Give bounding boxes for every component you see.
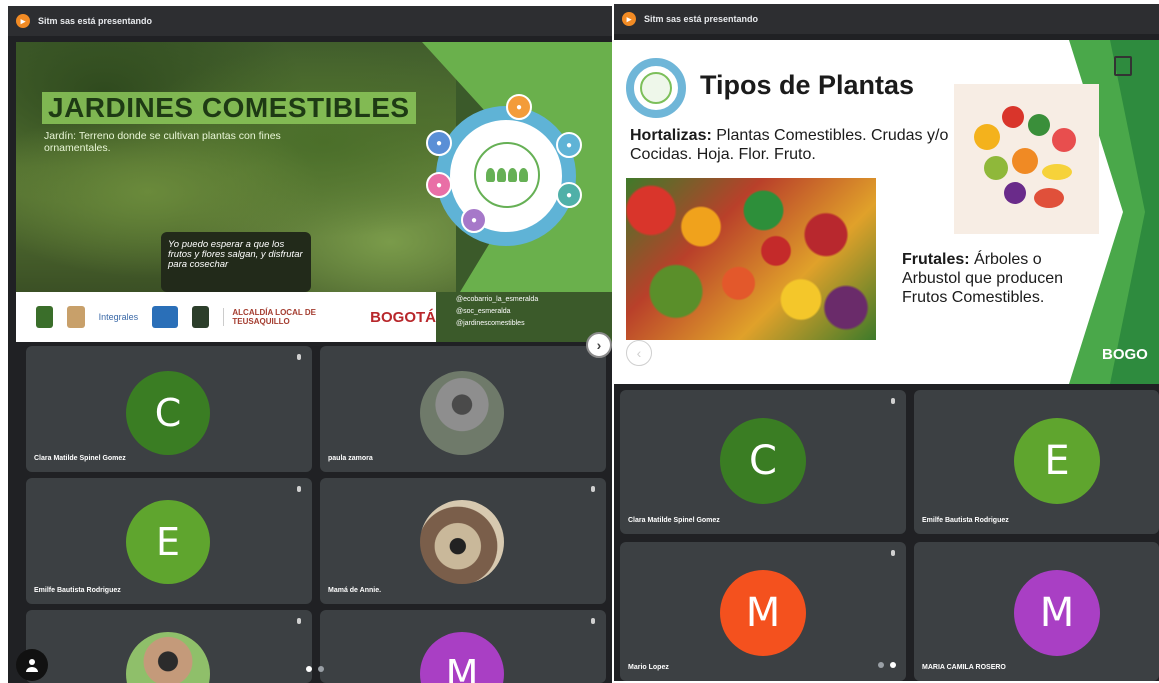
participant-name: MARIA CAMILA ROSERO xyxy=(922,664,1006,671)
meeting-window-right: ▸ Sitm sas está presentando Tipos de Pla… xyxy=(614,4,1159,681)
brand-text: BOGO xyxy=(1102,346,1148,363)
page-dot[interactable] xyxy=(318,666,324,672)
hortalizas-text: Hortalizas: Plantas Comestibles. Crudas … xyxy=(630,127,949,163)
brand-icon xyxy=(152,306,179,328)
garden-sign-text: Yo puedo esperar a que los frutos y flor… xyxy=(168,239,303,270)
page-dot[interactable] xyxy=(890,662,896,668)
participant-name: Clara Matilde Spinel Gomez xyxy=(628,517,720,524)
participant-tile[interactable]: Mamá de Annie. xyxy=(320,478,606,604)
avatar: M xyxy=(1014,570,1100,656)
participant-name: Clara Matilde Spinel Gomez xyxy=(34,455,126,462)
people-icon: ● xyxy=(426,130,452,156)
crest-icon xyxy=(192,306,210,328)
avatar: E xyxy=(126,500,210,584)
meeting-window-left: ▸ Sitm sas está presentando JARDINES COM… xyxy=(8,6,612,683)
participant-tile[interactable]: M Mario Lopez xyxy=(620,542,906,681)
crest-icon xyxy=(1114,56,1132,76)
avatar: C xyxy=(720,418,806,504)
leaf-icon: ● xyxy=(556,132,582,158)
mic-icon xyxy=(296,354,302,363)
avatar xyxy=(420,371,504,455)
water-icon: ● xyxy=(556,182,582,208)
participant-tile[interactable] xyxy=(26,610,312,683)
trees-logo xyxy=(640,72,672,104)
avatar: M xyxy=(420,632,504,683)
avatar: E xyxy=(1014,418,1100,504)
heart-icon: ● xyxy=(506,94,532,120)
participant-tile[interactable]: M MARIA CAMILA ROSERO xyxy=(914,542,1159,681)
presenting-text: Sitm sas está presentando xyxy=(38,16,153,26)
shared-slide: JARDINES COMESTIBLES Jardín: Terreno don… xyxy=(16,42,612,342)
participant-tile[interactable]: M xyxy=(320,610,606,683)
mic-icon xyxy=(296,618,302,627)
present-icon: ▸ xyxy=(16,14,30,28)
trees-logo xyxy=(474,142,540,208)
mic-icon xyxy=(296,486,302,495)
building-icon xyxy=(67,306,85,328)
vegetables-photo xyxy=(626,178,876,340)
person-icon[interactable] xyxy=(16,649,48,681)
participant-tile[interactable]: C Clara Matilde Spinel Gomez xyxy=(26,346,312,472)
participant-tile[interactable]: paula zamora xyxy=(320,346,606,472)
avatar: M xyxy=(720,570,806,656)
present-icon: ▸ xyxy=(622,12,636,26)
page-dot[interactable] xyxy=(306,666,312,672)
mic-icon xyxy=(890,398,896,407)
participant-name: Mamá de Annie. xyxy=(328,587,382,594)
screenshot-root: ▸ Sitm sas está presentando JARDINES COM… xyxy=(0,0,1159,683)
page-dot[interactable] xyxy=(878,662,884,668)
chevron-right-icon[interactable]: › xyxy=(586,332,612,358)
participant-tile[interactable]: E Emilfe Bautista Rodriguez xyxy=(914,390,1159,534)
fruits-illustration xyxy=(954,84,1099,234)
slide-title: Tipos de Plantas xyxy=(700,70,915,100)
presenting-banner: ▸ Sitm sas está presentando xyxy=(8,6,612,36)
social-handles: @ecobarrio_la_esmeralda @soc_esmeralda @… xyxy=(456,294,538,330)
mic-icon xyxy=(590,618,596,627)
participant-tile[interactable]: C Clara Matilde Spinel Gomez xyxy=(620,390,906,534)
slide-definition: Jardín: Terreno donde se cultivan planta… xyxy=(44,130,281,154)
sponsor-logos: Integrales ALCALDÍA LOCAL DE TEUSAQUILLO… xyxy=(16,292,436,342)
heart-icon: ● xyxy=(426,172,452,198)
frutales-text: Frutales: Árboles o Arbustol que produce… xyxy=(902,251,1063,306)
participant-name: paula zamora xyxy=(328,455,373,462)
facebook-handle: @jardinescomestibles xyxy=(456,320,525,327)
page-indicator xyxy=(878,662,896,668)
hand-icon: ● xyxy=(461,207,487,233)
mic-icon xyxy=(890,550,896,559)
sponsor-teusaquillo: ALCALDÍA LOCAL DE TEUSAQUILLO xyxy=(223,308,356,326)
instagram-handle: @ecobarrio_la_esmeralda xyxy=(456,296,539,303)
twitter-handle: @soc_esmeralda xyxy=(456,308,511,315)
page-indicator xyxy=(306,666,324,672)
mic-icon xyxy=(590,486,596,495)
presenting-text: Sitm sas está presentando xyxy=(644,14,759,24)
avatar xyxy=(420,500,504,584)
participant-tile[interactable]: E Emilfe Bautista Rodriguez xyxy=(26,478,312,604)
slide-title: JARDINES COMESTIBLES xyxy=(42,92,416,124)
avatar: C xyxy=(126,371,210,455)
sponsor-bogota: BOGOTÁ xyxy=(370,308,436,326)
shared-slide: Tipos de Plantas Hortalizas: Plantas Com… xyxy=(614,40,1159,384)
crest-icon xyxy=(36,306,54,328)
participant-name: Emilfe Bautista Rodriguez xyxy=(922,517,1009,524)
presenting-banner: ▸ Sitm sas está presentando xyxy=(614,4,1159,34)
sponsor-integrales: Integrales xyxy=(98,312,139,322)
participant-name: Emilfe Bautista Rodriguez xyxy=(34,587,121,594)
participant-name: Mario Lopez xyxy=(628,664,669,671)
avatar xyxy=(126,632,210,683)
chevron-left-icon[interactable]: ‹ xyxy=(626,340,652,366)
